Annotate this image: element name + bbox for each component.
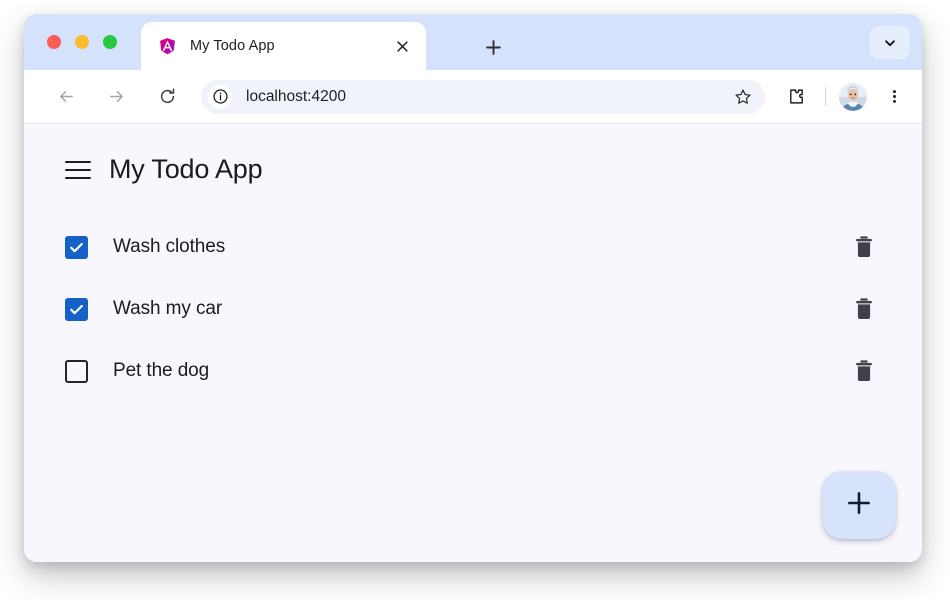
close-window-button[interactable] (47, 35, 61, 49)
address-bar-url[interactable]: localhost:4200 (246, 88, 729, 106)
tab-title: My Todo App (190, 38, 275, 54)
browser-tab-active[interactable]: My Todo App (141, 22, 426, 70)
trash-icon[interactable] (851, 357, 877, 385)
todo-item-label: Wash my car (113, 298, 223, 319)
back-arrow-icon[interactable] (50, 81, 82, 113)
page-title: My Todo App (109, 154, 263, 184)
todo-checkbox-checked[interactable] (65, 297, 88, 321)
browser-window: My Todo App localhost:4200 My Todo App W… (24, 14, 922, 562)
plus-icon (846, 490, 872, 521)
todo-checkbox-unchecked[interactable] (65, 359, 88, 383)
maximize-window-button[interactable] (103, 35, 117, 49)
new-tab-button[interactable] (479, 33, 507, 61)
reload-icon[interactable] (151, 81, 183, 113)
todo-checkbox-checked[interactable] (65, 235, 88, 259)
tab-strip: My Todo App (24, 14, 922, 70)
puzzle-piece-icon[interactable] (781, 82, 811, 112)
add-todo-fab[interactable] (822, 471, 896, 539)
hamburger-menu-icon[interactable] (65, 160, 91, 179)
window-traffic-lights (47, 35, 117, 49)
three-dots-vertical-icon[interactable] (880, 83, 908, 111)
angular-logo-icon (158, 37, 177, 56)
trash-icon[interactable] (851, 233, 877, 261)
address-bar[interactable]: localhost:4200 (201, 79, 765, 114)
todo-item-label: Wash clothes (113, 236, 226, 257)
todo-item[interactable]: Pet the dog (65, 340, 877, 402)
todo-item[interactable]: Wash clothes (65, 216, 877, 278)
info-circle-icon[interactable] (208, 84, 232, 109)
trash-icon[interactable] (851, 295, 877, 323)
todo-item-label: Pet the dog (113, 360, 210, 381)
tab-list-chevron-down-icon[interactable] (870, 26, 910, 59)
forward-arrow-icon[interactable] (100, 81, 132, 113)
close-tab-button[interactable] (390, 34, 414, 58)
app-header: My Todo App (24, 124, 922, 185)
star-icon[interactable] (729, 83, 757, 111)
minimize-window-button[interactable] (75, 35, 89, 49)
browser-toolbar: localhost:4200 (24, 70, 922, 124)
toolbar-divider (825, 87, 826, 106)
page-content: My Todo App Wash clothes Wash my car Pet… (24, 124, 922, 562)
todo-list: Wash clothes Wash my car Pet the dog (24, 216, 922, 402)
avatar[interactable] (839, 82, 867, 111)
todo-item[interactable]: Wash my car (65, 278, 877, 340)
screen-root: My Todo App localhost:4200 My Todo App W… (0, 0, 950, 600)
